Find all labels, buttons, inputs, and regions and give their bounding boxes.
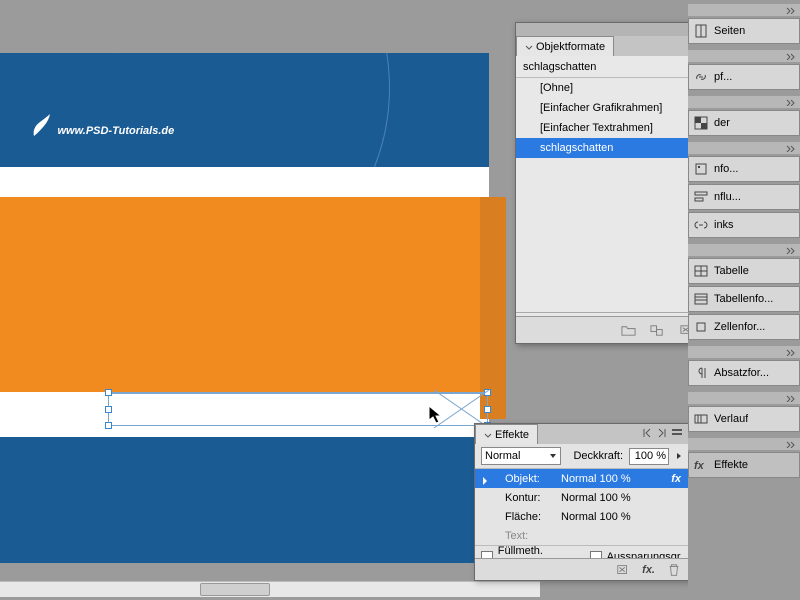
sidebar-tab-swatch[interactable]: der [688,110,800,136]
sidebar-tab-info[interactable]: nfo... [688,156,800,182]
svg-text:fx: fx [694,460,705,472]
fx-badge-icon: fx [671,473,681,485]
sidebar-tab-link[interactable]: pf... [688,64,800,90]
sidebar-tab-label: inks [714,219,734,231]
tab-effekte[interactable]: Effekte [475,424,538,444]
sidebar-tab-label: Verlauf [714,413,748,425]
orange-rectangle[interactable] [0,197,480,392]
effect-target-value: Normal 100 % [561,492,631,504]
panel-footer: fx. [475,558,689,580]
next-icon[interactable] [656,427,668,439]
link-icon [694,70,708,84]
effect-target-label: Kontur: [505,492,561,504]
resize-handle[interactable] [105,422,112,429]
swatch-icon [694,116,708,130]
group-collapser[interactable] [688,142,800,154]
group-collapser[interactable] [688,4,800,16]
scrollbar-thumb[interactable] [200,583,270,596]
cellfmt-icon [694,320,708,334]
sidebar-tab-fx[interactable]: fx Effekte [688,452,800,478]
sidebar-tab-chain[interactable]: inks [688,212,800,238]
tab-objektformate[interactable]: Objektformate [516,36,614,56]
effect-target-row[interactable]: Kontur:Normal 100 % [475,488,689,507]
group-collapser[interactable] [688,96,800,108]
sidebar-tab-label: Zellenfor... [714,321,765,333]
panel-tab-row: Effekte [475,424,689,444]
sidebar-tab-label: Seiten [714,25,745,37]
fx-icon[interactable]: fx. [642,564,655,576]
resize-handle[interactable] [105,406,112,413]
opacity-label: Deckkraft: [573,450,623,462]
group-collapser[interactable] [688,50,800,62]
effect-target-value: Normal 100 % [561,511,631,523]
sidebar-tab-cellfmt[interactable]: Zellenfor... [688,314,800,340]
effect-target-row[interactable]: Text: [475,526,689,545]
sidebar-tab-para[interactable]: Absatzfor... [688,360,800,386]
sidebar-tab-tablefmt[interactable]: Tabellenfo... [688,286,800,312]
style-item-label: [Einfacher Textrahmen] [540,122,653,134]
effect-target-value: Normal 100 % [561,473,631,485]
group-collapser[interactable] [688,438,800,450]
chevron-right-icon[interactable] [675,452,683,460]
orange-side [480,197,506,419]
group-collapser[interactable] [688,392,800,404]
blend-mode-select[interactable]: Normal [481,447,561,465]
effekte-panel: Effekte Normal Deckkraft: 100 % Objekt:N… [474,423,690,581]
style-item-label: [Einfacher Grafikrahmen] [540,102,662,114]
para-icon [694,366,708,380]
resize-handle[interactable] [105,389,112,396]
tablefmt-icon [694,292,708,306]
fx-icon: fx [694,458,708,472]
clear-fx-icon[interactable] [616,563,630,577]
pages-icon [694,24,708,38]
info-icon [694,162,708,176]
effect-target-row[interactable]: Objekt:Normal 100 % fx [475,469,689,488]
horizontal-scrollbar[interactable] [0,581,540,597]
sidebar-tab-table[interactable]: Tabelle [688,258,800,284]
expand-icon [484,431,492,439]
sidebar-tab-label: der [714,117,730,129]
effect-target-label: Fläche: [505,511,561,523]
gradient-icon [694,412,708,426]
prev-icon[interactable] [641,427,653,439]
style-item-label: [Ohne] [540,82,573,94]
sidebar-tab-label: Tabellenfo... [714,293,773,305]
right-sidebar: Seiten pf... der nfo... nflu... inks Tabelle Ta… [688,0,800,600]
canvas-area[interactable]: www.PSD-Tutorials.de [0,0,550,600]
sidebar-tab-label: nflu... [714,191,741,203]
panel-menu-icon[interactable] [671,427,685,439]
effect-target-label: Objekt: [505,473,561,485]
align-icon [694,190,708,204]
table-icon [694,264,708,278]
effect-target-label: Text: [505,530,561,542]
folder-icon[interactable] [621,323,636,338]
site-title-text: www.PSD-Tutorials.de [30,112,174,140]
chain-icon [694,218,708,232]
sidebar-tab-label: Effekte [714,459,748,471]
style-item-label: schlagschatten [540,142,613,154]
effect-target-row[interactable]: Fläche:Normal 100 % [475,507,689,526]
group-collapser[interactable] [688,346,800,358]
disclosure-triangle-icon [483,477,491,485]
mouse-cursor-icon [428,405,444,425]
sidebar-tab-label: nfo... [714,163,738,175]
sidebar-tab-align[interactable]: nflu... [688,184,800,210]
sidebar-tab-gradient[interactable]: Verlauf [688,406,800,432]
sidebar-tab-label: Tabelle [714,265,749,277]
sidebar-tab-label: Absatzfor... [714,367,769,379]
trash-icon[interactable] [667,563,681,577]
blend-opacity-row: Normal Deckkraft: 100 % [475,444,689,469]
clear-override-icon[interactable] [650,323,665,338]
expand-icon [525,43,533,51]
group-collapser[interactable] [688,244,800,256]
sidebar-tab-label: pf... [714,71,732,83]
opacity-input[interactable]: 100 % [629,448,669,465]
chevron-down-icon [549,452,557,460]
sidebar-tab-pages[interactable]: Seiten [688,18,800,44]
